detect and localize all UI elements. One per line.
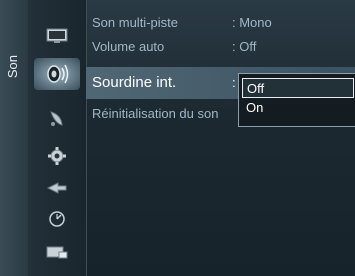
application-icon[interactable]	[44, 207, 70, 231]
menu-item-internal-mute-label[interactable]: Sourdine int.	[92, 73, 176, 93]
menu-item-auto-volume-value: : Off	[232, 39, 257, 54]
menu-item-internal-mute-value: :	[232, 75, 236, 90]
menu-item-multitrack-label[interactable]: Son multi-piste	[92, 13, 178, 33]
input-icon[interactable]	[44, 176, 70, 200]
menu-category-tab: Son	[0, 0, 29, 276]
support-icon[interactable]	[44, 240, 70, 264]
tv-menu-screen: Son Son multi-piste: Mono Volume auto:…	[0, 0, 355, 276]
picture-icon[interactable]	[44, 24, 70, 48]
internal-mute-dropdown[interactable]: Off On	[238, 73, 355, 127]
dropdown-option-off[interactable]: Off	[242, 78, 354, 98]
setup-icon[interactable]	[44, 144, 70, 168]
menu-icon-column	[28, 0, 87, 276]
menu-category-label: Son	[5, 55, 20, 79]
sound-icon[interactable]	[34, 58, 80, 90]
menu-item-auto-volume-label[interactable]: Volume auto	[92, 37, 164, 57]
channel-icon[interactable]	[44, 107, 70, 131]
menu-item-reset-label[interactable]: Réinitialisation du son	[92, 104, 218, 124]
dropdown-option-on[interactable]: On	[242, 98, 354, 118]
menu-item-multitrack-value: : Mono	[232, 15, 272, 30]
